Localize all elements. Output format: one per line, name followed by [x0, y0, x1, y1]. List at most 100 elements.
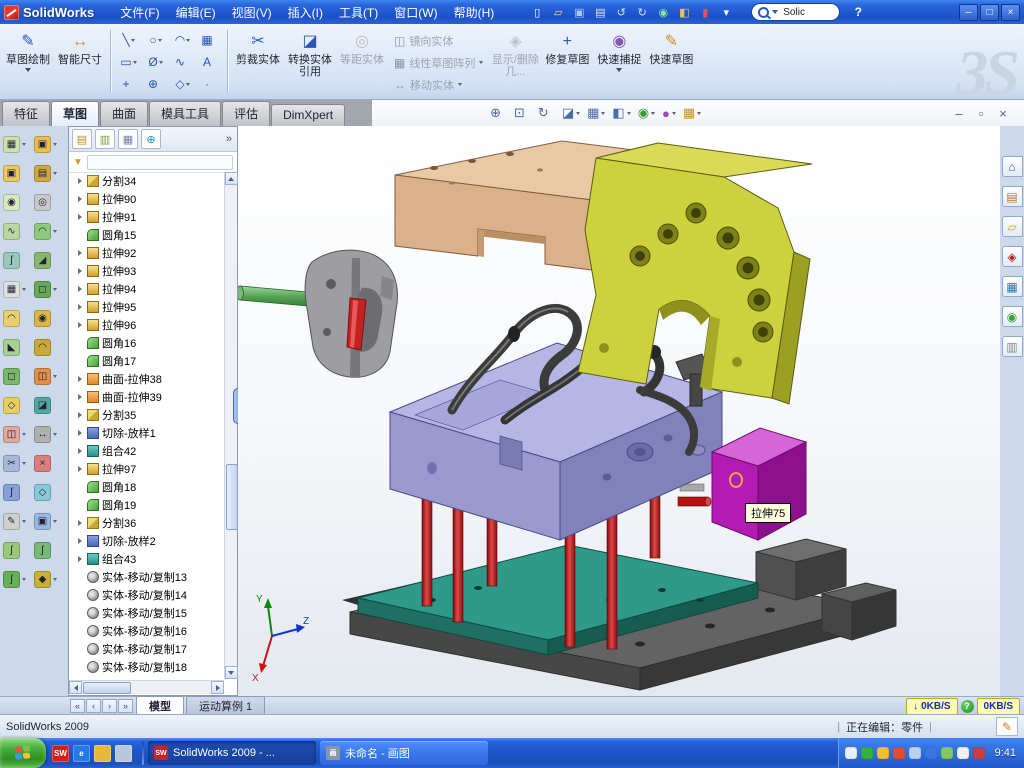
- tab-sketch[interactable]: 草图: [51, 101, 99, 126]
- taskpane-appearances-icon[interactable]: ◉: [1002, 306, 1023, 327]
- rapid-sketch-button[interactable]: ✎ 快速草图: [645, 28, 697, 94]
- helix-curve-icon[interactable]: ʃ: [3, 571, 20, 588]
- save-icon[interactable]: ▣: [570, 4, 588, 21]
- expand-arrow-icon[interactable]: [75, 304, 84, 310]
- mirror-entities-button[interactable]: ◫ 镜向实体: [390, 30, 487, 51]
- extrude-boss-icon[interactable]: ▣: [3, 165, 20, 182]
- graphics-viewport[interactable]: Y X Z 拉伸75: [238, 126, 1000, 696]
- tray-messenger-icon[interactable]: [877, 747, 889, 759]
- feature-tree-item[interactable]: 分割35: [69, 406, 224, 424]
- section-view-icon[interactable]: ◪: [562, 105, 580, 121]
- project-curve-icon[interactable]: ʃ: [3, 542, 20, 559]
- view-settings-icon[interactable]: ▮: [696, 4, 714, 21]
- motion-study-tab[interactable]: 运动算例 1: [186, 696, 265, 715]
- split-body-icon[interactable]: ◫: [34, 368, 51, 385]
- propertymanager-tab-icon[interactable]: ▥: [95, 129, 115, 149]
- sweep-icon[interactable]: ∿: [3, 223, 20, 240]
- hole-wizard-icon[interactable]: ◎: [34, 194, 51, 211]
- expand-arrow-icon[interactable]: [75, 412, 84, 418]
- tray-updates-icon[interactable]: [941, 747, 953, 759]
- loft-icon[interactable]: ʃ: [3, 252, 20, 269]
- panel-overflow-chevron[interactable]: »: [226, 133, 234, 145]
- model-tab[interactable]: 模型: [136, 696, 184, 715]
- menu-item[interactable]: 窗口(W): [386, 1, 445, 24]
- taskpane-view-palette-icon[interactable]: ▦: [1002, 276, 1023, 297]
- scrollbar-thumb[interactable]: [226, 464, 238, 530]
- tab-evaluate[interactable]: 评估: [222, 101, 270, 126]
- fillet-icon[interactable]: ◠: [34, 223, 51, 240]
- start-button[interactable]: [0, 738, 46, 768]
- tray-security-center-icon[interactable]: [925, 747, 937, 759]
- tray-ime-icon[interactable]: [957, 747, 969, 759]
- quicklaunch-show-desktop-icon[interactable]: [115, 745, 132, 762]
- feature-tree-item[interactable]: 分割34: [69, 172, 224, 190]
- menu-item[interactable]: 插入(I): [280, 1, 331, 24]
- text-tool-icon[interactable]: A: [196, 51, 223, 73]
- feature-tree-item[interactable]: 组合42: [69, 442, 224, 460]
- expand-arrow-icon[interactable]: [75, 448, 84, 454]
- cut-extrude-icon[interactable]: ▤: [34, 165, 51, 182]
- quicklaunch-ie-icon[interactable]: e: [73, 745, 90, 762]
- tab-dimxpert[interactable]: DimXpert: [271, 104, 345, 126]
- quicklaunch-solidworks-icon[interactable]: SW: [52, 745, 69, 762]
- net-monitor-help-icon[interactable]: ?: [961, 700, 974, 713]
- feature-tree-item[interactable]: 曲面-拉伸39: [69, 388, 224, 406]
- display-delete-relations-button[interactable]: ◈ 显示/删除几...: [489, 28, 541, 94]
- expand-arrow-icon[interactable]: [75, 520, 84, 526]
- expand-arrow-icon[interactable]: [75, 214, 84, 220]
- tray-volume-icon[interactable]: [909, 747, 921, 759]
- tray-download-manager-icon[interactable]: [893, 747, 905, 759]
- feature-tree-item[interactable]: 圆角15: [69, 226, 224, 244]
- sketch-edit-icon[interactable]: ✎: [3, 513, 20, 530]
- previous-view-icon[interactable]: ↻: [538, 105, 555, 121]
- feature-tree-item[interactable]: 拉伸97: [69, 460, 224, 478]
- taskpane-file-explorer-icon[interactable]: ▱: [1002, 216, 1023, 237]
- expand-arrow-icon[interactable]: [75, 394, 84, 400]
- feature-tree-item[interactable]: 拉伸91: [69, 208, 224, 226]
- view-orientation-icon[interactable]: ▦: [587, 105, 605, 121]
- search-scope-caret[interactable]: [772, 10, 778, 14]
- boss-extrude-icon[interactable]: ▣: [34, 136, 51, 153]
- search-input[interactable]: [781, 6, 833, 19]
- doc-restore-button[interactable]: ▫: [974, 106, 988, 121]
- expand-arrow-icon[interactable]: [75, 466, 84, 472]
- feature-tree-item[interactable]: 实体-移动/复制15: [69, 604, 224, 622]
- dimxpertmanager-tab-icon[interactable]: ⊕: [141, 129, 161, 149]
- feature-tree-item[interactable]: 圆角17: [69, 352, 224, 370]
- tab-mold-tools[interactable]: 模具工具: [149, 101, 221, 126]
- smart-dimension-button[interactable]: ↔ 智能尺寸: [54, 28, 106, 94]
- dome-icon[interactable]: ◠: [34, 339, 51, 356]
- feature-tree-item[interactable]: 实体-移动/复制18: [69, 658, 224, 676]
- feature-tree-item[interactable]: 实体-移动/复制13: [69, 568, 224, 586]
- scale-body-icon[interactable]: ◇: [34, 484, 51, 501]
- move-entities-button[interactable]: ↔ 移动实体: [390, 74, 487, 95]
- offset-entities-button[interactable]: ◎ 等距实体: [336, 28, 388, 94]
- scroll-right-button[interactable]: [211, 681, 224, 694]
- taskpane-custom-properties-icon[interactable]: ▥: [1002, 336, 1023, 357]
- insert-part-icon[interactable]: ▣: [34, 513, 51, 530]
- orientation-triad[interactable]: Y X Z: [252, 594, 309, 684]
- menu-item[interactable]: 帮助(H): [446, 1, 503, 24]
- expand-arrow-icon[interactable]: [75, 376, 84, 382]
- print-icon[interactable]: ▤: [591, 4, 609, 21]
- point-tool-icon[interactable]: +: [115, 73, 142, 95]
- feature-tree-item[interactable]: 分割36: [69, 514, 224, 532]
- scroll-up-button[interactable]: [225, 172, 238, 185]
- expand-arrow-icon[interactable]: [75, 268, 84, 274]
- rectangle-tool-icon[interactable]: ▭: [115, 51, 142, 73]
- quicklaunch-folder-icon[interactable]: [94, 745, 111, 762]
- wrap-icon[interactable]: ◉: [34, 310, 51, 327]
- menu-item[interactable]: 视图(V): [224, 1, 280, 24]
- zoom-fit-icon[interactable]: ⊕: [490, 105, 507, 121]
- arc-tool-icon[interactable]: ◠: [169, 29, 196, 51]
- app-maximize-button[interactable]: □: [980, 4, 999, 21]
- expand-arrow-icon[interactable]: [75, 430, 84, 436]
- repair-sketch-button[interactable]: + 修复草图: [541, 28, 593, 94]
- feature-tree-item[interactable]: 拉伸90: [69, 190, 224, 208]
- open-file-icon[interactable]: ▱: [549, 4, 567, 21]
- scrollbar-thumb[interactable]: [83, 682, 131, 694]
- help-button[interactable]: ?: [850, 5, 866, 19]
- new-file-icon[interactable]: ▯: [528, 4, 546, 21]
- feature-tree-item[interactable]: 拉伸94: [69, 280, 224, 298]
- feature-tree-item[interactable]: 拉伸96: [69, 316, 224, 334]
